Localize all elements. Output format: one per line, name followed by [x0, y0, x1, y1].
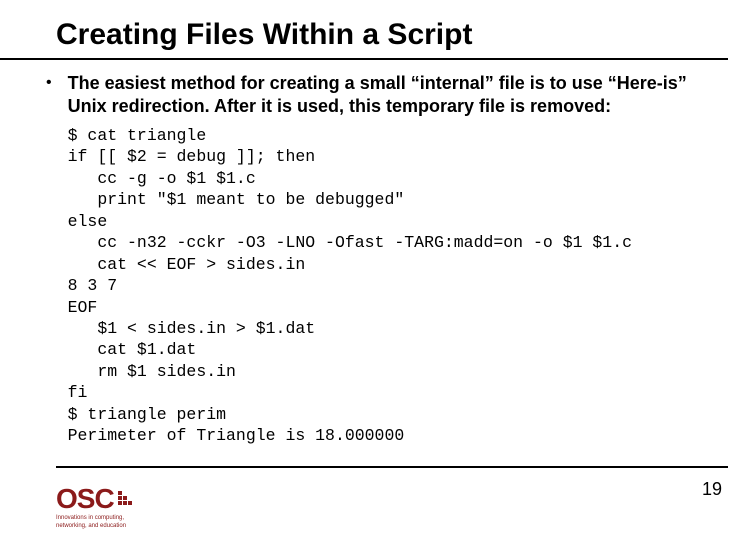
page-number: 19 — [702, 479, 722, 500]
footer-divider — [56, 466, 728, 468]
slide: Creating Files Within a Script • The eas… — [0, 0, 756, 540]
logo-main: OSC — [56, 485, 132, 513]
bullet-text: The easiest method for creating a small … — [68, 72, 726, 117]
bullet-body: The easiest method for creating a small … — [68, 72, 726, 447]
logo-text: OSC — [56, 485, 114, 513]
code-block: $ cat triangle if [[ $2 = debug ]]; then… — [68, 125, 726, 447]
slide-title: Creating Files Within a Script — [0, 18, 728, 60]
logo-squares-icon — [118, 491, 132, 505]
osc-logo: OSC Innovations in computing, networking… — [56, 485, 132, 530]
bullet-item: • The easiest method for creating a smal… — [68, 72, 726, 447]
logo-tagline-2: networking, and education — [56, 523, 126, 530]
bullet-dot-icon: • — [46, 72, 52, 94]
logo-tagline-1: Innovations in computing, — [56, 515, 124, 522]
content-area: • The easiest method for creating a smal… — [0, 60, 756, 447]
